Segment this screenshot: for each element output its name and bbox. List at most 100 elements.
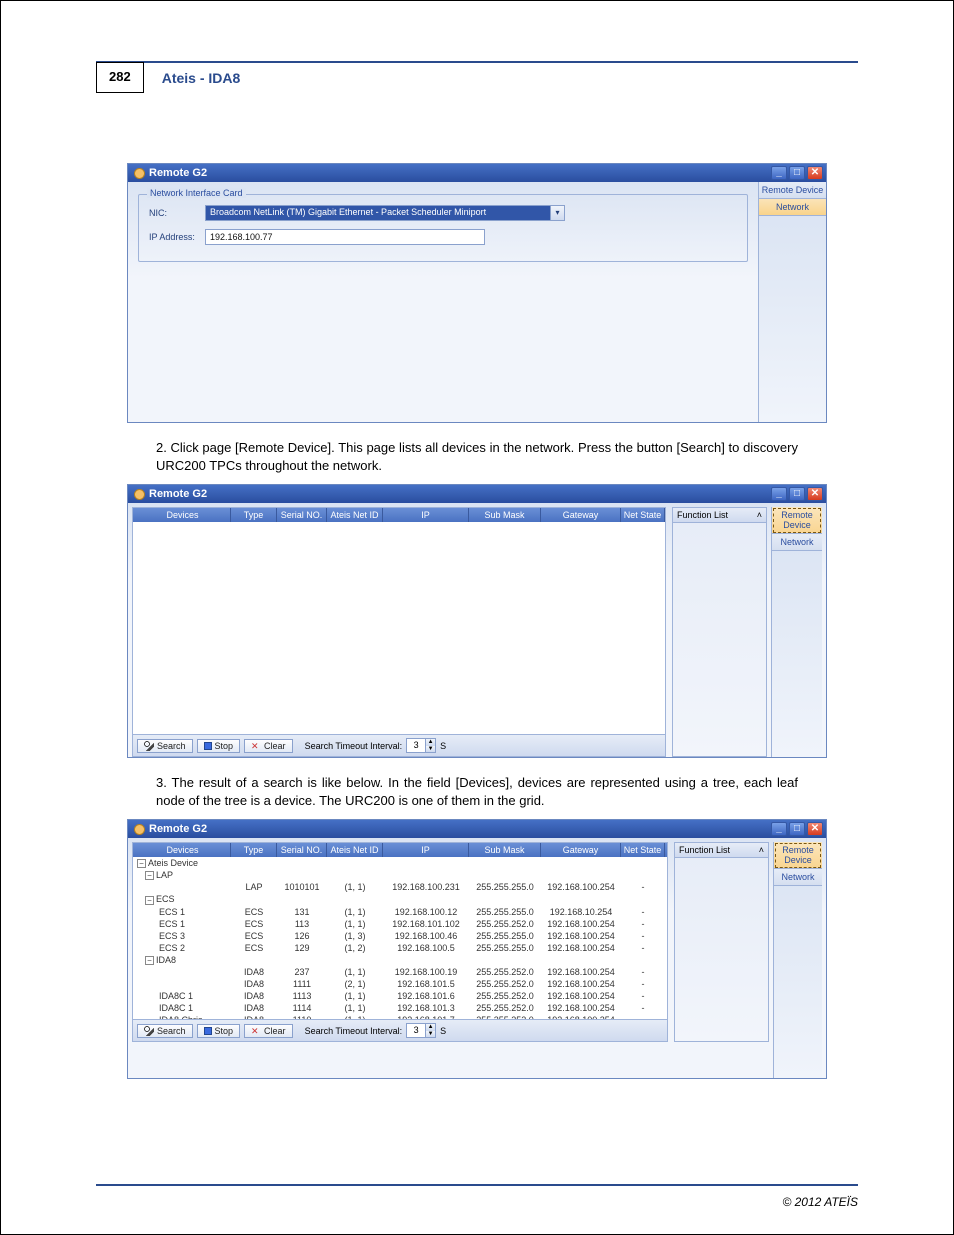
col-serial[interactable]: Serial NO.: [277, 508, 327, 522]
tree-toggle-icon[interactable]: −: [137, 859, 146, 868]
chevron-up-icon[interactable]: ˄: [759, 845, 764, 855]
app-icon: [134, 489, 145, 500]
col-ateis-net-id[interactable]: Ateis Net ID: [327, 843, 383, 857]
instruction-step-2: 2. Click page [Remote Device]. This page…: [156, 439, 798, 474]
table-row[interactable]: ECS 1ECS131(1, 1)192.168.100.12255.255.2…: [133, 906, 667, 918]
col-type[interactable]: Type: [231, 843, 277, 857]
chevron-down-icon[interactable]: ▾: [551, 205, 565, 221]
col-devices[interactable]: Devices: [133, 843, 231, 857]
close-button[interactable]: ✕: [807, 822, 823, 836]
close-button[interactable]: ✕: [807, 487, 823, 501]
search-icon: [144, 741, 154, 751]
close-button[interactable]: ✕: [807, 166, 823, 180]
clear-icon: [251, 1026, 261, 1036]
col-serial[interactable]: Serial NO.: [277, 843, 327, 857]
maximize-button[interactable]: □: [789, 166, 805, 180]
col-devices[interactable]: Devices: [133, 508, 231, 522]
col-type[interactable]: Type: [231, 508, 277, 522]
window-title: Remote G2: [149, 167, 207, 179]
tab-remote-device[interactable]: Remote Device: [759, 182, 826, 199]
col-gateway[interactable]: Gateway: [541, 508, 621, 522]
timeout-spinner[interactable]: 3 ▲▼: [406, 1023, 436, 1038]
app-icon: [134, 168, 145, 179]
timeout-spinner[interactable]: 3 ▲▼: [406, 738, 436, 753]
stop-icon: [204, 742, 212, 750]
tab-remote-device[interactable]: Remote Device: [774, 842, 822, 869]
spinner-down-icon[interactable]: ▼: [425, 1031, 435, 1038]
grid-toolbar: Search Stop Clear Search Timeout Interva…: [133, 734, 665, 756]
tab-network[interactable]: Network: [772, 534, 822, 551]
table-row[interactable]: −IDA8: [133, 954, 667, 966]
grid-header-row: Devices Type Serial NO. Ateis Net ID IP …: [133, 508, 665, 522]
devices-grid[interactable]: Devices Type Serial NO. Ateis Net ID IP …: [132, 842, 668, 1042]
document-title: Ateis - IDA8: [144, 63, 259, 93]
maximize-button[interactable]: □: [789, 822, 805, 836]
tree-toggle-icon[interactable]: −: [145, 871, 154, 880]
nic-groupbox: Network Interface Card NIC: Broadcom Net…: [138, 194, 748, 262]
table-row[interactable]: IDA8C 1IDA81114(1, 1)192.168.101.3255.25…: [133, 1002, 667, 1014]
function-list-panel: Function List ˄: [674, 842, 769, 1042]
ip-address-field[interactable]: [205, 229, 485, 245]
table-row[interactable]: ECS 2ECS129(1, 2)192.168.100.5255.255.25…: [133, 942, 667, 954]
minimize-button[interactable]: _: [771, 166, 787, 180]
timeout-unit: S: [440, 1026, 446, 1036]
table-row[interactable]: ECS 3ECS126(1, 3)192.168.100.46255.255.2…: [133, 930, 667, 942]
tree-toggle-icon[interactable]: −: [145, 896, 154, 905]
col-ateis-net-id[interactable]: Ateis Net ID: [327, 508, 383, 522]
stop-button[interactable]: Stop: [197, 739, 241, 753]
tab-remote-device[interactable]: Remote Device: [772, 507, 822, 534]
col-netstate[interactable]: Net State: [621, 508, 665, 522]
tree-toggle-icon[interactable]: −: [145, 956, 154, 965]
table-row[interactable]: ECS 1ECS113(1, 1)192.168.101.102255.255.…: [133, 918, 667, 930]
stop-button[interactable]: Stop: [197, 1024, 241, 1038]
spinner-down-icon[interactable]: ▼: [425, 746, 435, 753]
table-row[interactable]: IDA8C 1IDA81113(1, 1)192.168.101.6255.25…: [133, 990, 667, 1002]
groupbox-label: Network Interface Card: [147, 188, 246, 198]
table-row[interactable]: IDA8237(1, 1)192.168.100.19255.255.252.0…: [133, 966, 667, 978]
app-icon: [134, 824, 145, 835]
tab-network[interactable]: Network: [759, 199, 826, 216]
screenshot-remote-device-results: Remote G2 _ □ ✕ Devices Type: [127, 819, 827, 1079]
tab-network[interactable]: Network: [774, 869, 822, 886]
stop-icon: [204, 1027, 212, 1035]
search-button[interactable]: Search: [137, 739, 193, 753]
screenshot-network-tab: Remote G2 _ □ ✕ Network Interface Card N…: [127, 163, 827, 423]
col-ip[interactable]: IP: [383, 843, 469, 857]
minimize-button[interactable]: _: [771, 822, 787, 836]
devices-grid[interactable]: Devices Type Serial NO. Ateis Net ID IP …: [132, 507, 666, 757]
maximize-button[interactable]: □: [789, 487, 805, 501]
clear-icon: [251, 741, 261, 751]
function-list-panel: Function List ˄: [672, 507, 767, 757]
function-list-label: Function List: [679, 845, 730, 855]
window-title: Remote G2: [149, 823, 207, 835]
ip-label: IP Address:: [149, 232, 205, 242]
table-row[interactable]: −ECS: [133, 893, 667, 905]
grid-header-row: Devices Type Serial NO. Ateis Net ID IP …: [133, 843, 667, 857]
nic-value: Broadcom NetLink (TM) Gigabit Ethernet -…: [205, 205, 551, 221]
table-row[interactable]: IDA81111(2, 1)192.168.101.5255.255.252.0…: [133, 978, 667, 990]
screenshot-remote-device-empty: Remote G2 _ □ ✕ Devices Type: [127, 484, 827, 758]
search-button[interactable]: Search: [137, 1024, 193, 1038]
col-submask[interactable]: Sub Mask: [469, 508, 541, 522]
table-row[interactable]: −LAP: [133, 869, 667, 881]
instruction-step-3: 3. The result of a search is like below.…: [156, 774, 798, 809]
col-netstate[interactable]: Net State: [621, 843, 665, 857]
clear-button[interactable]: Clear: [244, 739, 293, 753]
page-number: 282: [96, 62, 144, 93]
timeout-label: Search Timeout Interval:: [305, 1026, 403, 1036]
timeout-value: 3: [407, 1024, 425, 1037]
clear-button[interactable]: Clear: [244, 1024, 293, 1038]
nic-label: NIC:: [149, 208, 205, 218]
nic-dropdown[interactable]: Broadcom NetLink (TM) Gigabit Ethernet -…: [205, 205, 565, 221]
chevron-up-icon[interactable]: ˄: [757, 510, 762, 520]
col-ip[interactable]: IP: [383, 508, 469, 522]
function-list-label: Function List: [677, 510, 728, 520]
grid-toolbar: Search Stop Clear Search Timeout Interva…: [133, 1019, 667, 1041]
table-row[interactable]: LAP1010101(1, 1)192.168.100.231255.255.2…: [133, 881, 667, 893]
table-row[interactable]: −Ateis Device: [133, 857, 667, 869]
col-submask[interactable]: Sub Mask: [469, 843, 541, 857]
col-gateway[interactable]: Gateway: [541, 843, 621, 857]
timeout-label: Search Timeout Interval:: [305, 741, 403, 751]
timeout-unit: S: [440, 741, 446, 751]
minimize-button[interactable]: _: [771, 487, 787, 501]
